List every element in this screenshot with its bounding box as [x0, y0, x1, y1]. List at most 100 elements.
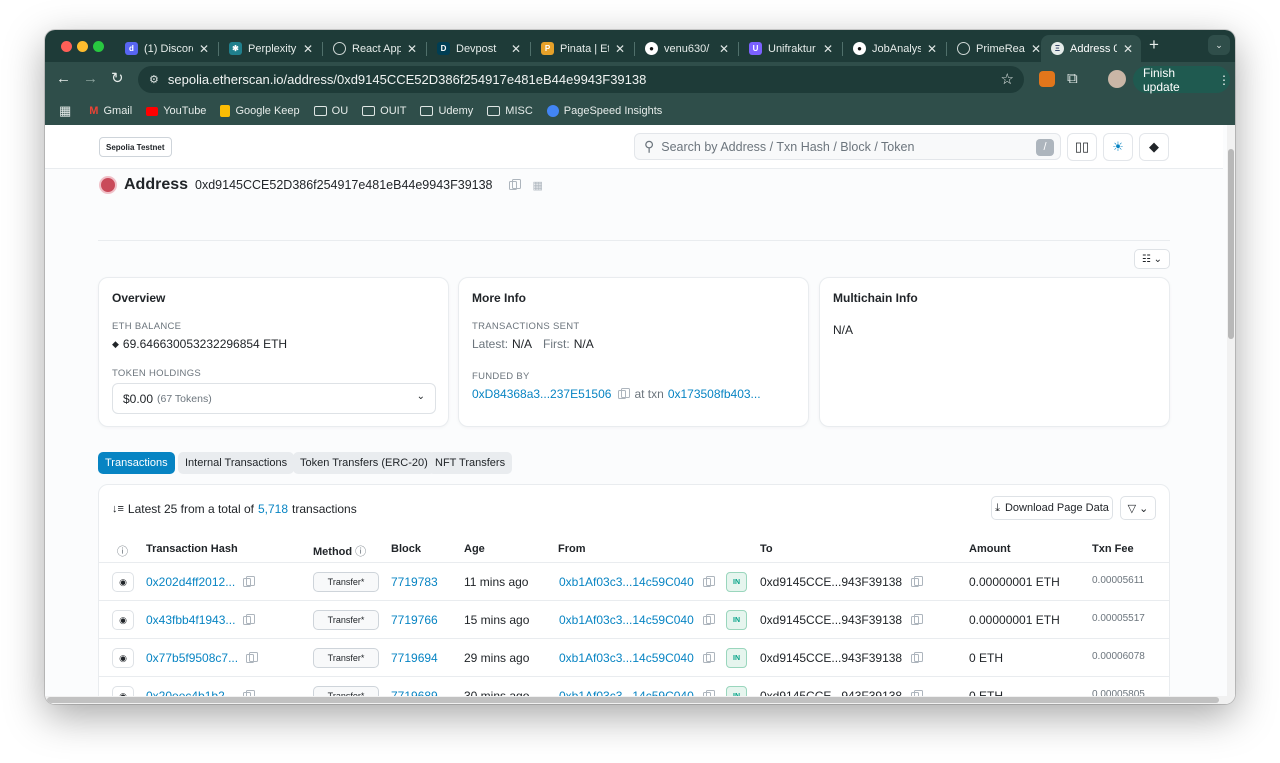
bookmark-star-icon[interactable]: ☆: [1001, 70, 1014, 88]
bookmark-pagespeed[interactable]: PageSpeed Insights: [546, 105, 662, 117]
copy-icon[interactable]: [702, 575, 715, 587]
browser-tab[interactable]: React App ✕: [323, 35, 425, 62]
from-address-link[interactable]: 0xb1Af03c3...14c59C040: [559, 613, 694, 627]
copy-icon[interactable]: [702, 651, 715, 663]
bookmark-folder-ou[interactable]: OU: [313, 105, 348, 117]
bookmark-gmail[interactable]: M Gmail: [89, 105, 132, 117]
close-tab-icon[interactable]: ✕: [303, 42, 313, 56]
browser-tab[interactable]: PrimeReac✕: [947, 35, 1049, 62]
copy-icon[interactable]: [618, 387, 631, 399]
column-age-toggle[interactable]: Age: [464, 543, 485, 555]
reload-icon[interactable]: ↻: [111, 70, 124, 88]
txn-fee-cell: 0.00005517: [1092, 613, 1145, 624]
address-bar[interactable]: ⚙ sepolia.etherscan.io/address/0xd9145CC…: [138, 66, 1024, 93]
close-window-button[interactable]: [61, 41, 72, 52]
transaction-hash-link[interactable]: 0x43fbb4f1943...: [146, 613, 235, 627]
minimize-window-button[interactable]: [77, 41, 88, 52]
close-tab-icon[interactable]: ✕: [615, 42, 625, 56]
copy-icon[interactable]: [911, 651, 924, 663]
theme-toggle-icon[interactable]: ☀: [1103, 133, 1133, 161]
block-link[interactable]: 7719694: [391, 651, 438, 665]
browser-tab[interactable]: d (1) Discord ✕: [115, 35, 217, 62]
horizontal-scrollbar[interactable]: [45, 696, 1227, 704]
transaction-hash-link[interactable]: 0x202d4ff2012...: [146, 575, 235, 589]
view-details-eye-icon[interactable]: ◉: [112, 648, 134, 668]
globe-icon: [957, 42, 970, 55]
bookmarks-bar: ▦ M Gmail YouTube Google Keep OU OUIT Ude…: [45, 97, 1235, 125]
site-info-icon[interactable]: ⚙: [149, 73, 159, 86]
apps-grid-icon[interactable]: ▦: [59, 103, 71, 119]
bookmark-folder-misc[interactable]: MISC: [487, 105, 533, 117]
column-txn-fee-toggle[interactable]: Txn Fee: [1092, 543, 1134, 555]
block-link[interactable]: 7719783: [391, 575, 438, 589]
from-address-link[interactable]: 0xb1Af03c3...14c59C040: [559, 575, 694, 589]
block-link[interactable]: 7719766: [391, 613, 438, 627]
close-tab-icon[interactable]: ✕: [719, 42, 729, 56]
total-transactions-link[interactable]: 5,718: [258, 502, 288, 516]
search-shortcut-badge: /: [1036, 139, 1054, 156]
qr-code-icon[interactable]: ▦: [533, 179, 543, 192]
age-cell: 29 mins ago: [464, 651, 530, 665]
view-details-eye-icon[interactable]: ◉: [112, 610, 134, 630]
browser-tab[interactable]: ● JobAnalys ✕: [843, 35, 945, 62]
browser-tab[interactable]: ✱ Perplexity ✕: [219, 35, 321, 62]
copy-icon[interactable]: [243, 575, 256, 587]
zoom-window-button[interactable]: [93, 41, 104, 52]
transaction-hash-link[interactable]: 0x77b5f9508c7...: [146, 651, 238, 665]
browser-tab-active[interactable]: Ξ Address 0 ✕: [1041, 35, 1141, 62]
view-toggle-button[interactable]: ☷ ⌄: [1134, 249, 1170, 269]
filter-button[interactable]: ▽ ⌄: [1120, 496, 1156, 520]
close-tab-icon[interactable]: ✕: [823, 42, 833, 56]
download-page-data-button[interactable]: ⤓ Download Page Data: [991, 496, 1113, 520]
copy-icon[interactable]: [911, 575, 924, 587]
method-badge: Transfer*: [313, 572, 379, 592]
from-address-link[interactable]: 0xb1Af03c3...14c59C040: [559, 651, 694, 665]
funding-txn-link[interactable]: 0x173508fb403...: [668, 387, 761, 401]
browser-tab[interactable]: U Unifraktur ✕: [739, 35, 841, 62]
funded-by-link[interactable]: 0xD84368a3...237E51506: [472, 387, 611, 401]
browser-tab[interactable]: P Pinata | Et ✕: [531, 35, 633, 62]
token-holdings-dropdown[interactable]: $0.00 (67 Tokens) ⌄: [112, 383, 436, 414]
network-badge[interactable]: Sepolia Testnet: [99, 137, 172, 157]
tab-nft-transfers[interactable]: NFT Transfers: [428, 452, 513, 474]
pinata-icon: P: [541, 42, 554, 55]
search-input[interactable]: ⚲ Search by Address / Txn Hash / Block /…: [634, 133, 1061, 160]
copy-icon[interactable]: [911, 613, 924, 625]
bookmark-folder-udemy[interactable]: Udemy: [420, 105, 473, 117]
column-amount-toggle[interactable]: Amount: [969, 543, 1011, 555]
close-tab-icon[interactable]: ✕: [199, 42, 209, 56]
copy-icon[interactable]: [702, 613, 715, 625]
book-icon[interactable]: ▯▯: [1067, 133, 1097, 161]
bookmark-google-keep[interactable]: Google Keep: [220, 105, 300, 117]
tab-transactions[interactable]: Transactions: [98, 452, 175, 474]
copy-icon[interactable]: [508, 178, 521, 190]
close-tab-icon[interactable]: ✕: [407, 42, 417, 56]
vertical-scrollbar[interactable]: [1227, 125, 1235, 704]
copy-icon[interactable]: [243, 613, 256, 625]
ethereum-icon[interactable]: ◆: [1139, 133, 1169, 161]
close-tab-icon[interactable]: ✕: [511, 42, 521, 56]
finish-update-button[interactable]: Finish update ⋮: [1133, 66, 1230, 94]
close-tab-icon[interactable]: ✕: [1123, 42, 1133, 56]
bookmark-youtube[interactable]: YouTube: [146, 105, 206, 117]
tab-search-icon[interactable]: ⌄: [1208, 35, 1230, 55]
site-header: Sepolia Testnet ⚲ Search by Address / Tx…: [45, 125, 1223, 169]
browser-tab[interactable]: ● venu630/✕: [635, 35, 737, 62]
bookmark-folder-ouit[interactable]: OUIT: [362, 105, 406, 117]
close-tab-icon[interactable]: ✕: [927, 42, 937, 56]
age-cell: 11 mins ago: [464, 575, 529, 589]
extensions-icon[interactable]: ⧉: [1067, 70, 1078, 87]
copy-icon[interactable]: [246, 651, 259, 663]
column-to: To: [760, 543, 773, 555]
metamask-icon[interactable]: [1039, 71, 1055, 87]
back-icon[interactable]: ←: [56, 70, 71, 88]
new-tab-icon[interactable]: +: [1149, 35, 1159, 55]
tab-internal-transactions[interactable]: Internal Transactions: [178, 452, 295, 474]
tab-token-transfers[interactable]: Token Transfers (ERC-20): [293, 452, 435, 474]
profile-avatar[interactable]: [1108, 70, 1126, 88]
view-details-eye-icon[interactable]: ◉: [112, 572, 134, 592]
browser-tab[interactable]: D Devpost ✕: [427, 35, 529, 62]
more-info-title: More Info: [472, 291, 526, 305]
forward-icon[interactable]: →: [83, 70, 98, 88]
close-tab-icon[interactable]: ✕: [1031, 42, 1041, 56]
